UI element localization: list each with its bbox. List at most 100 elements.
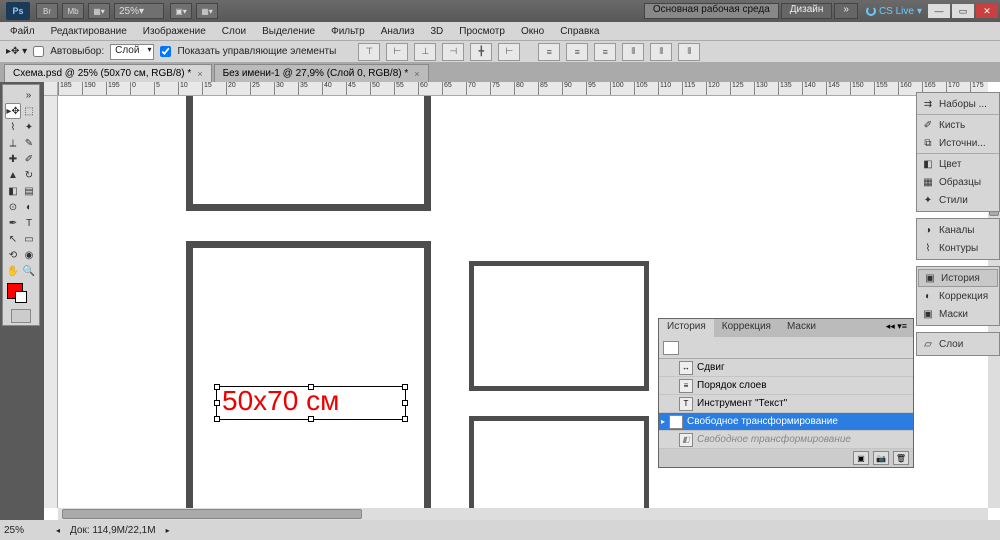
maximize-button[interactable]: ▭ xyxy=(952,4,974,18)
align-vcenter-icon[interactable]: ⊢ xyxy=(386,43,408,61)
document-tab[interactable]: Схема.psd @ 25% (50x70 см, RGB/8) *× xyxy=(4,64,212,82)
workspace-more-button[interactable]: » xyxy=(834,3,858,19)
menu-item[interactable]: Фильтр xyxy=(325,24,371,39)
menu-item[interactable]: Выделение xyxy=(256,24,321,39)
extras-icon[interactable]: ▦▾ xyxy=(196,3,218,19)
dock-item-masks[interactable]: ▣Маски xyxy=(917,305,999,323)
lasso-tool[interactable]: ⌇ xyxy=(5,119,21,135)
3d-camera-tool[interactable]: ◉ xyxy=(21,247,37,263)
menu-item[interactable]: Справка xyxy=(554,24,605,39)
hand-tool[interactable]: ✋ xyxy=(5,263,21,279)
dock-item-channels[interactable]: ◑Каналы xyxy=(917,221,999,239)
bridge-icon[interactable]: Br xyxy=(36,3,58,19)
dock-item-history[interactable]: ▣История xyxy=(918,269,998,287)
dock-item-adjust[interactable]: ◐Коррекция xyxy=(917,287,999,305)
move-tool[interactable]: ▸✥ xyxy=(5,103,21,119)
screen-mode-icon[interactable]: ▣▾ xyxy=(170,3,192,19)
brush-tool[interactable]: ✐ xyxy=(21,151,37,167)
transform-handle[interactable] xyxy=(402,416,408,422)
status-info-menu-icon[interactable]: ▸ xyxy=(166,526,170,535)
dock-item-styles[interactable]: ✦Стили xyxy=(917,191,999,209)
marquee-tool[interactable]: ⬚ xyxy=(21,103,37,119)
status-doc-info[interactable]: Док: 114,9M/22,1M xyxy=(70,525,156,536)
close-button[interactable]: ✕ xyxy=(976,4,998,18)
new-doc-from-state-icon[interactable]: ▣ xyxy=(853,451,869,465)
show-controls-checkbox[interactable] xyxy=(160,46,171,57)
arrange-icon[interactable]: ▦▾ xyxy=(88,3,110,19)
autoselect-dropdown[interactable]: Слой xyxy=(110,44,154,60)
toolbox-collapse-icon[interactable]: » xyxy=(20,87,37,103)
history-item[interactable]: ▸◧Свободное трансформирование xyxy=(659,413,913,431)
dock-item-swatches[interactable]: ▦Образцы xyxy=(917,173,999,191)
horizontal-ruler[interactable]: 1851901950510152025303540455055606570758… xyxy=(58,82,988,96)
history-item[interactable]: ↔Сдвиг xyxy=(659,359,913,377)
align-right-icon[interactable]: ⊢ xyxy=(498,43,520,61)
history-item[interactable]: TИнструмент "Текст" xyxy=(659,395,913,413)
transform-handle[interactable] xyxy=(402,384,408,390)
dock-item-toolpresets[interactable]: ⇉Наборы ... xyxy=(917,95,999,113)
dist-hcenter-icon[interactable]: ⦀ xyxy=(650,43,672,61)
align-bottom-icon[interactable]: ⊥ xyxy=(414,43,436,61)
tab-close-icon[interactable]: × xyxy=(414,69,419,79)
cslive-menu[interactable]: CS Live ▾ xyxy=(866,6,922,17)
align-hcenter-icon[interactable]: ╋ xyxy=(470,43,492,61)
autoselect-checkbox[interactable] xyxy=(33,46,44,57)
menu-item[interactable]: 3D xyxy=(424,24,449,39)
dist-left-icon[interactable]: ⦀ xyxy=(622,43,644,61)
menu-item[interactable]: Файл xyxy=(4,24,41,39)
scrollbar-thumb[interactable] xyxy=(62,509,362,519)
type-tool[interactable]: T xyxy=(21,215,37,231)
quickmask-toggle[interactable] xyxy=(11,309,31,323)
zoom-tool[interactable]: 🔍 xyxy=(21,263,37,279)
workspace-main-button[interactable]: Основная рабочая среда xyxy=(644,3,779,19)
crop-tool[interactable]: ⟂ xyxy=(5,135,21,151)
dist-vcenter-icon[interactable]: ≡ xyxy=(566,43,588,61)
workspace-design-button[interactable]: Дизайн xyxy=(781,3,833,19)
panel-menu-icon[interactable]: ◂◂ ▾≡ xyxy=(880,319,913,337)
panel-tab-history[interactable]: История xyxy=(659,319,714,337)
tab-close-icon[interactable]: × xyxy=(197,69,202,79)
dist-top-icon[interactable]: ≡ xyxy=(538,43,560,61)
transform-handle[interactable] xyxy=(402,400,408,406)
heal-tool[interactable]: ✚ xyxy=(5,151,21,167)
text-layer[interactable]: 50x70 см xyxy=(220,385,341,417)
dock-item-layers[interactable]: ▱Слои xyxy=(917,335,999,353)
panel-tab-adjust[interactable]: Коррекция xyxy=(714,319,779,337)
eraser-tool[interactable]: ◧ xyxy=(5,183,21,199)
menu-item[interactable]: Окно xyxy=(515,24,550,39)
zoom-dropdown[interactable]: 25% ▾ xyxy=(114,3,164,19)
menu-item[interactable]: Редактирование xyxy=(45,24,133,39)
delete-state-icon[interactable]: 🗑 xyxy=(893,451,909,465)
dock-item-clonesource[interactable]: ⧉Источни... xyxy=(917,134,999,152)
menu-item[interactable]: Анализ xyxy=(375,24,421,39)
wand-tool[interactable]: ✦ xyxy=(21,119,37,135)
history-item[interactable]: ◧Свободное трансформирование xyxy=(659,431,913,449)
history-snapshot-row[interactable] xyxy=(659,337,913,359)
dock-item-paths[interactable]: ⌇Контуры xyxy=(917,239,999,257)
status-zoom[interactable]: 25% xyxy=(4,525,46,536)
align-top-icon[interactable]: ⊤ xyxy=(358,43,380,61)
path-tool[interactable]: ↖ xyxy=(5,231,21,247)
mini-bridge-icon[interactable]: Mb xyxy=(62,3,84,19)
dock-item-brush[interactable]: ✐Кисть xyxy=(917,116,999,134)
minimize-button[interactable]: — xyxy=(928,4,950,18)
gradient-tool[interactable]: ▤ xyxy=(21,183,37,199)
blur-tool[interactable]: ⊙ xyxy=(5,199,21,215)
history-item[interactable]: ≡Порядок слоев xyxy=(659,377,913,395)
dist-right-icon[interactable]: ⦀ xyxy=(678,43,700,61)
menu-item[interactable]: Слои xyxy=(216,24,252,39)
background-color[interactable] xyxy=(15,291,27,303)
shape-tool[interactable]: ▭ xyxy=(21,231,37,247)
ruler-origin[interactable] xyxy=(44,82,58,96)
vertical-ruler[interactable] xyxy=(44,96,58,508)
dist-bottom-icon[interactable]: ≡ xyxy=(594,43,616,61)
pen-tool[interactable]: ✒ xyxy=(5,215,21,231)
stamp-tool[interactable]: ▲ xyxy=(5,167,21,183)
dodge-tool[interactable]: ◐ xyxy=(21,199,37,215)
status-nav-icon[interactable]: ◂ xyxy=(56,526,60,535)
align-left-icon[interactable]: ⊣ xyxy=(442,43,464,61)
panel-tab-masks[interactable]: Маски xyxy=(779,319,824,337)
new-snapshot-icon[interactable]: 📷 xyxy=(873,451,889,465)
menu-item[interactable]: Изображение xyxy=(137,24,212,39)
3d-tool[interactable]: ⟲ xyxy=(5,247,21,263)
